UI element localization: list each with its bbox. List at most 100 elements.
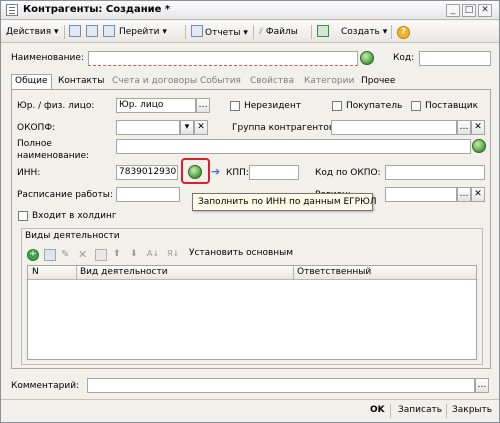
paperclip-icon: ⫽ [259, 27, 264, 37]
column-activity[interactable]: Вид деятельности [80, 267, 168, 277]
tab-other[interactable]: Прочее [358, 75, 398, 89]
report-icon [191, 25, 203, 37]
footer-divider [390, 404, 391, 418]
ok-button[interactable]: OK [370, 405, 385, 415]
full-name-label-line2: наименование: [17, 151, 90, 161]
legal-type-label: Юр. / физ. лицо: [17, 101, 95, 111]
edit-icon[interactable]: ✎ [61, 249, 73, 261]
help-icon: ? [397, 26, 410, 39]
okpo-input[interactable] [385, 165, 485, 180]
minimize-button[interactable]: _ [446, 4, 460, 17]
group-select-button[interactable]: … [457, 120, 471, 135]
add-icon[interactable]: + [27, 249, 39, 261]
name-label: Наименование: [11, 53, 84, 63]
schedule-input[interactable] [116, 187, 180, 202]
copy-button[interactable] [69, 25, 83, 40]
arrow-down-icon[interactable]: ⬇ [130, 249, 142, 261]
toolbar-divider [64, 25, 65, 39]
activities-title: Виды деятельности [25, 231, 120, 241]
end-edit-icon[interactable] [95, 249, 107, 261]
print-button[interactable] [317, 25, 331, 40]
maximize-button[interactable]: □ [462, 4, 476, 17]
sort-desc-icon[interactable]: Я↓ [167, 249, 179, 261]
files-button[interactable]: ⫽ Файлы [259, 25, 298, 40]
delete-icon[interactable]: ✕ [78, 249, 90, 261]
tab-contacts[interactable]: Контакты [55, 75, 107, 89]
comment-input[interactable] [87, 378, 475, 393]
set-main-button[interactable]: Установить основным [189, 248, 293, 258]
code-label: Код: [393, 53, 415, 63]
toolbar-divider [253, 25, 254, 39]
save-icon [86, 25, 98, 37]
select-button[interactable]: … [196, 98, 210, 113]
actions-menu[interactable]: Действия ▾ [6, 25, 59, 40]
window-title: Контрагенты: Создание * [23, 4, 171, 15]
buyer-label: Покупатель [346, 101, 403, 111]
close-button[interactable]: Закрыть [452, 405, 492, 415]
region-clear-button[interactable]: ✕ [471, 187, 485, 202]
nonresident-label: Нерезидент [244, 101, 302, 111]
fill-by-inn-highlight [181, 158, 210, 184]
document-icon [6, 4, 18, 16]
column-divider [293, 266, 294, 280]
save-button[interactable]: Записать [398, 405, 442, 415]
kpp-label: КПП: [226, 168, 249, 178]
full-name-input[interactable] [116, 139, 471, 154]
region-select-button[interactable]: … [457, 187, 471, 202]
group-input[interactable] [331, 120, 457, 135]
globe-search-icon[interactable] [360, 51, 374, 65]
inn-label: ИНН: [17, 168, 41, 178]
reports-menu[interactable]: Отчеты ▾ [191, 25, 248, 40]
code-input[interactable] [419, 51, 491, 66]
tab-events[interactable]: События [197, 75, 244, 89]
create-menu[interactable]: Создать ▾ [341, 25, 387, 40]
okpo-label: Код по ОКПО: [315, 168, 381, 178]
comment-label: Комментарий: [11, 381, 80, 391]
title-bar: Контрагенты: Создание * _ □ ✕ [1, 1, 499, 20]
buyer-checkbox[interactable] [332, 101, 342, 111]
full-name-label-line1: Полное [17, 139, 52, 149]
toolbar-divider [185, 25, 186, 39]
column-divider [76, 266, 77, 280]
kpp-input[interactable] [249, 165, 299, 180]
refresh-icon [103, 25, 115, 37]
goto-menu[interactable]: Перейти ▾ [119, 25, 167, 40]
legal-type-input[interactable]: Юр. лицо [116, 98, 196, 113]
supplier-checkbox[interactable] [411, 101, 421, 111]
toolbar-divider [391, 25, 392, 39]
holding-checkbox[interactable] [18, 211, 28, 221]
toolbar-divider [311, 25, 312, 39]
group-clear-button[interactable]: ✕ [471, 120, 485, 135]
holding-label: Входит в холдинг [32, 211, 117, 221]
activities-table[interactable]: N Вид деятельности Ответственный [27, 265, 477, 360]
form-window: Контрагенты: Создание * _ □ ✕ Действия ▾… [0, 0, 500, 423]
save-button[interactable] [86, 25, 100, 40]
nonresident-checkbox[interactable] [230, 101, 240, 111]
copy-row-icon[interactable] [44, 249, 56, 261]
region-input[interactable] [385, 187, 457, 202]
files-label: Файлы [265, 27, 298, 37]
help-button[interactable]: ? [397, 25, 410, 40]
sort-asc-icon[interactable]: A↓ [147, 249, 159, 261]
okopf-input[interactable] [116, 120, 180, 135]
print-icon [317, 25, 329, 37]
arrow-up-icon[interactable]: ⬆ [113, 249, 125, 261]
tab-accounts[interactable]: Счета и договоры [109, 75, 200, 89]
globe-search-icon[interactable] [472, 139, 486, 153]
inn-input[interactable]: 7839012930 [116, 165, 178, 180]
tab-general[interactable]: Общие [11, 74, 52, 90]
fill-by-inn-tooltip: Заполнить по ИНН по данным ЕГРЮЛ [192, 193, 377, 211]
clear-button[interactable]: ✕ [194, 120, 208, 135]
refresh-button[interactable] [103, 25, 117, 40]
tab-categories[interactable]: Категории [301, 75, 357, 89]
close-icon[interactable]: ✕ [478, 4, 492, 17]
supplier-label: Поставщик [425, 101, 479, 111]
dropdown-button[interactable]: ▾ [180, 120, 194, 135]
comment-select-button[interactable]: … [475, 378, 489, 393]
column-number[interactable]: N [32, 267, 39, 277]
name-input[interactable] [88, 51, 358, 66]
footer-divider [446, 404, 447, 418]
tab-properties[interactable]: Свойства [247, 75, 297, 89]
column-responsible[interactable]: Ответственный [297, 267, 371, 277]
goto-label: Перейти [119, 27, 160, 37]
